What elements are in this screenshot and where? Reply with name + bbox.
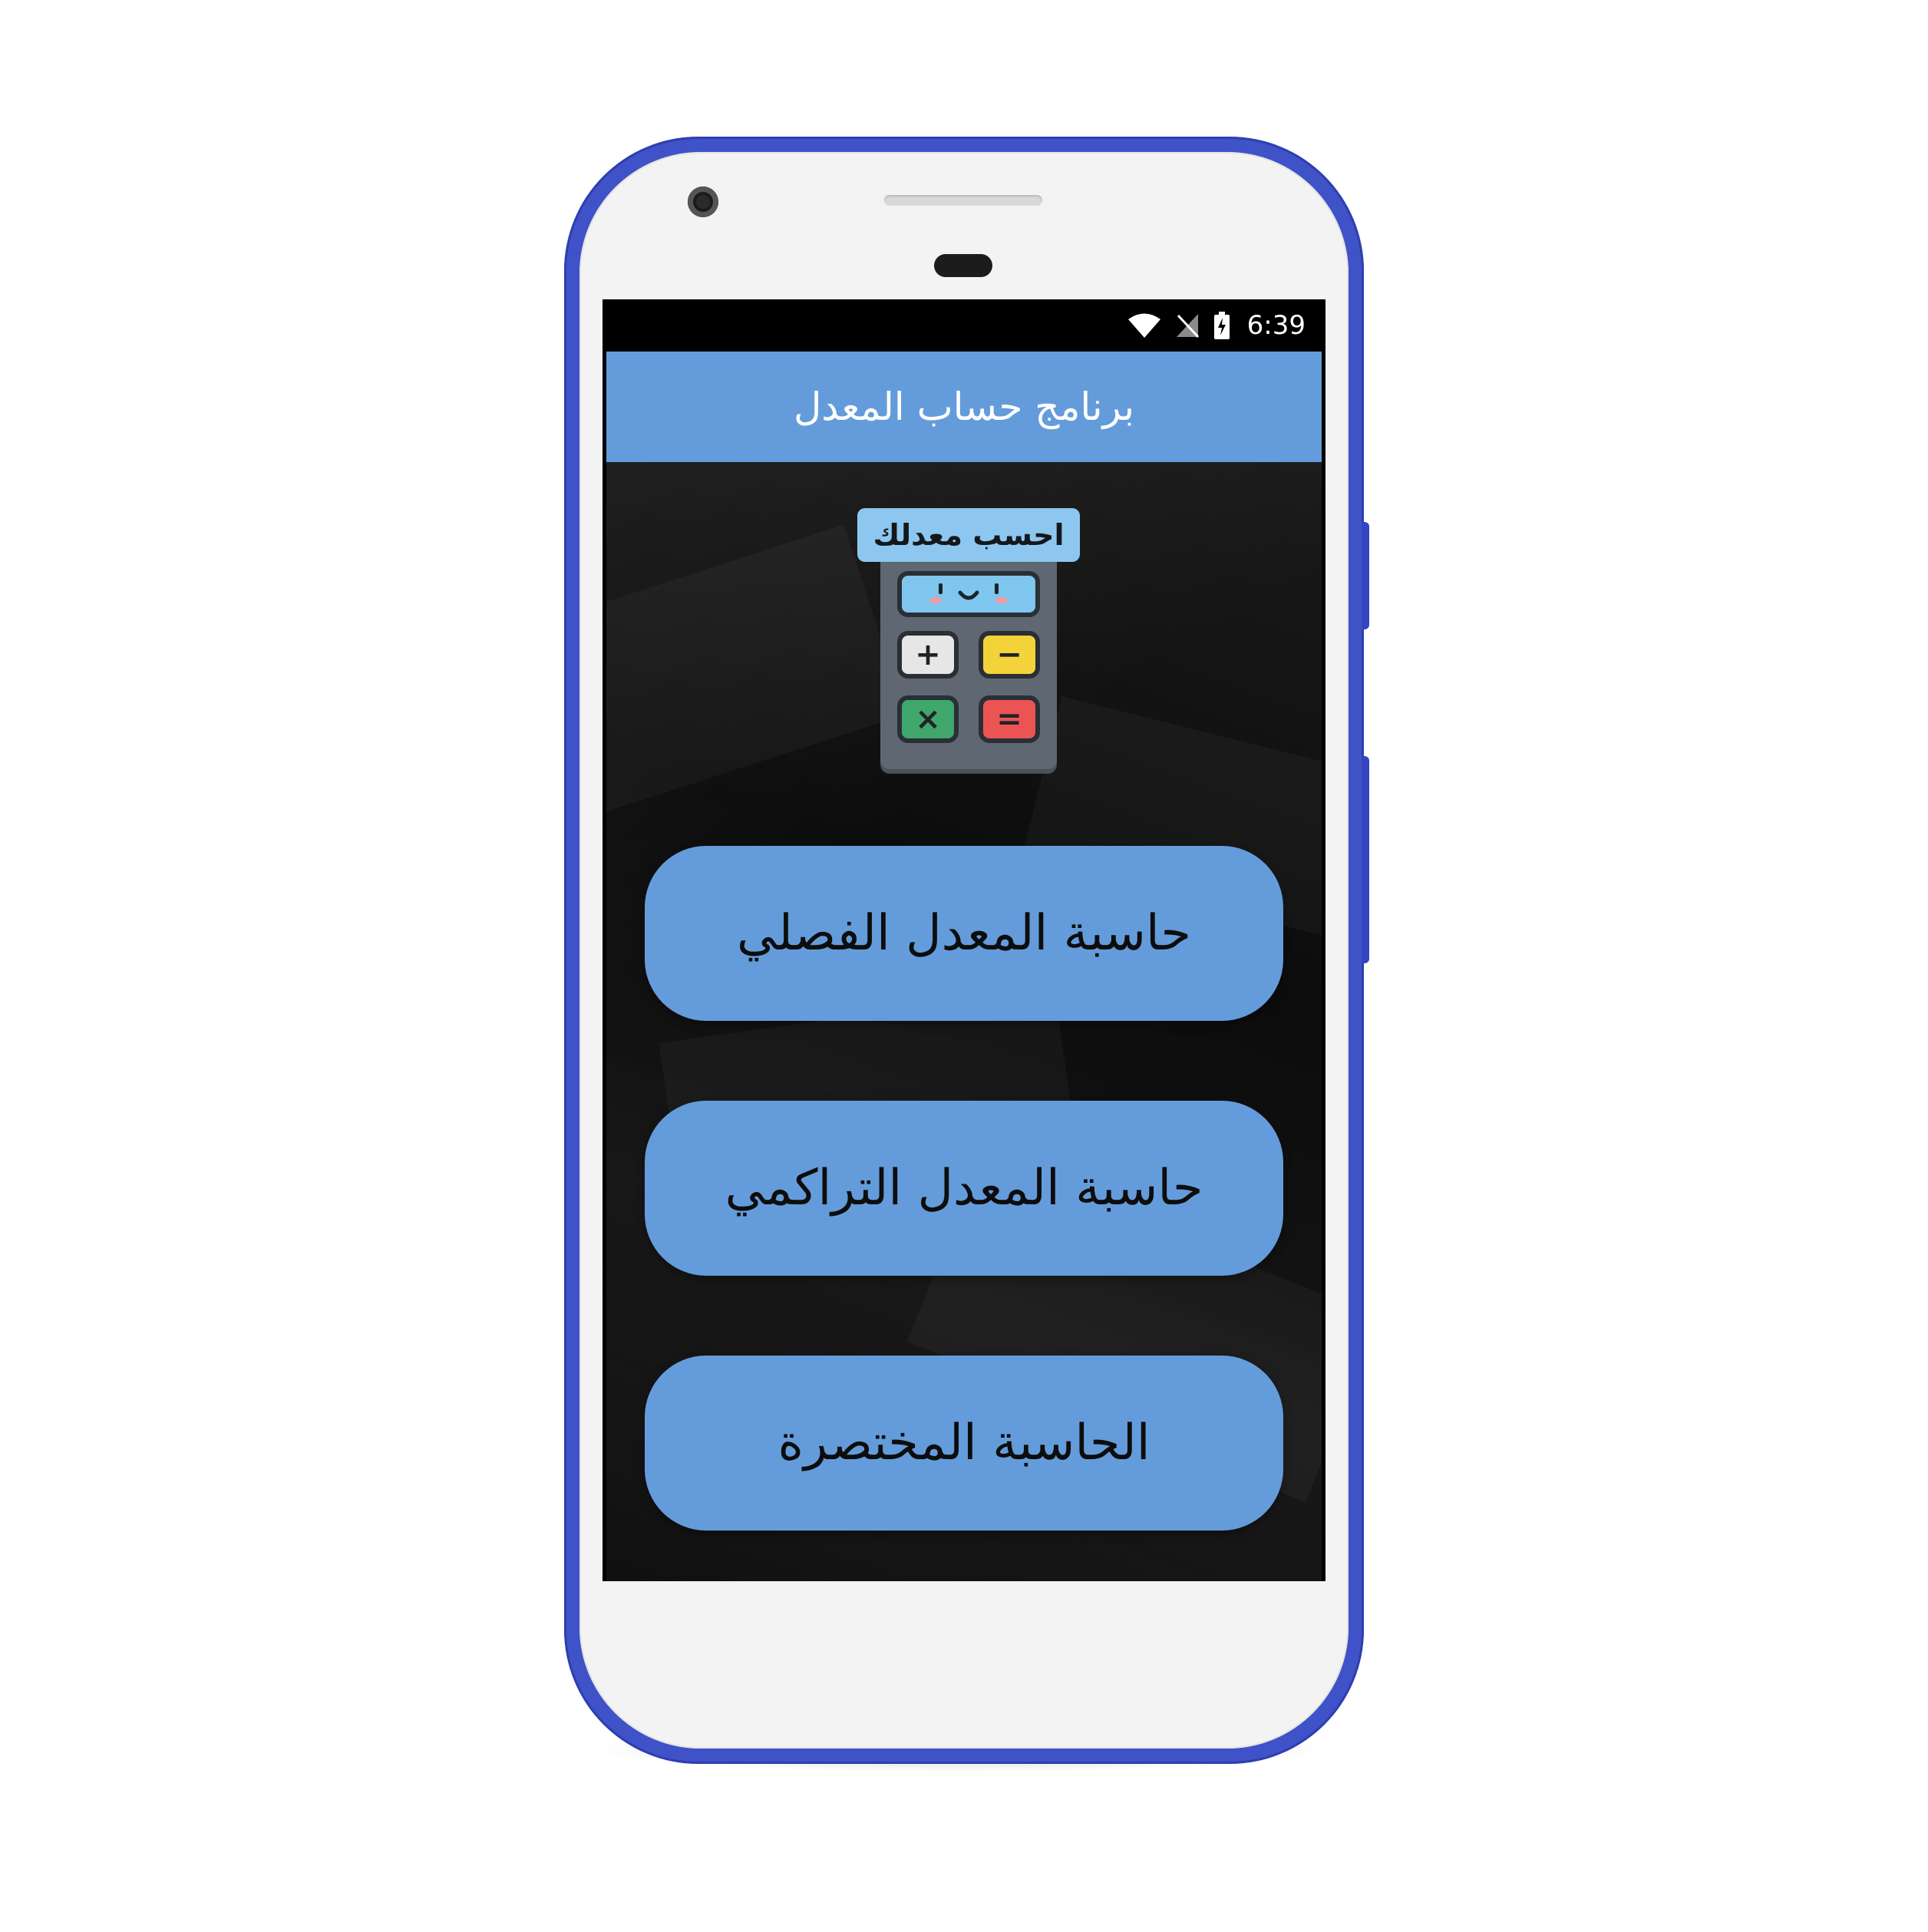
cumulative-gpa-calculator-label: حاسبة المعدل التراكمي <box>725 1160 1203 1217</box>
no-sim-icon <box>1176 314 1199 339</box>
power-button[interactable] <box>1362 522 1369 629</box>
calculator-icon: + − × = <box>880 562 1057 769</box>
battery-charging-icon <box>1213 312 1230 339</box>
short-calculator-label: الحاسبة المختصرة <box>777 1415 1151 1471</box>
app-title: برنامج حساب المعدل <box>793 385 1135 429</box>
equals-key-icon: = <box>979 695 1040 743</box>
times-key-icon: × <box>897 695 959 743</box>
calculator-logo: احسب معدلك + − × = <box>857 508 1080 769</box>
main-content: احسب معدلك + − × = حاسبة المعدل الفصلي ح… <box>606 462 1322 1581</box>
plus-key-icon: + <box>897 631 959 679</box>
cumulative-gpa-calculator-button[interactable]: حاسبة المعدل التراكمي <box>645 1101 1283 1276</box>
front-camera-icon <box>688 187 718 217</box>
semester-gpa-calculator-label: حاسبة المعدل الفصلي <box>737 905 1191 962</box>
logo-label: احسب معدلك <box>857 508 1080 562</box>
short-calculator-button[interactable]: الحاسبة المختصرة <box>645 1356 1283 1531</box>
status-bar: 6:39 <box>602 299 1326 352</box>
smiley-face-icon <box>929 583 1008 603</box>
volume-button[interactable] <box>1362 756 1369 963</box>
earpiece <box>934 254 992 277</box>
minus-key-icon: − <box>979 631 1040 679</box>
speaker-grille <box>884 195 1042 206</box>
wifi-icon <box>1127 313 1160 338</box>
status-time: 6:39 <box>1246 310 1306 341</box>
phone-screen: 6:39 برنامج حساب المعدل احسب معدلك + − ×… <box>602 299 1326 1581</box>
calculator-display <box>897 571 1040 617</box>
app-bar: برنامج حساب المعدل <box>606 352 1322 462</box>
status-icons: 6:39 <box>1127 310 1306 341</box>
semester-gpa-calculator-button[interactable]: حاسبة المعدل الفصلي <box>645 846 1283 1021</box>
